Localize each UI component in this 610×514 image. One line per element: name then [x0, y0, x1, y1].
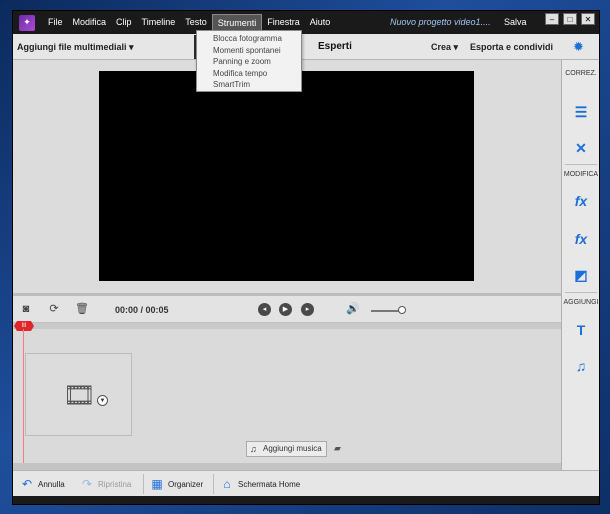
redo-label: Ripristina	[98, 479, 132, 489]
home-icon: ⌂	[223, 477, 231, 491]
redo-icon: ↷	[81, 477, 93, 491]
divider	[143, 474, 144, 494]
effects-icon[interactable]: fx	[571, 229, 591, 249]
minimize-icon[interactable]: –	[545, 13, 559, 25]
menu-aiuto[interactable]: Aiuto	[305, 14, 336, 31]
timeline-ruler[interactable]	[13, 323, 561, 329]
menu-testo[interactable]: Testo	[180, 14, 212, 31]
close-icon[interactable]: ✕	[581, 13, 595, 25]
play-icon[interactable]: ▶	[279, 303, 292, 316]
tools-icon[interactable]: ✕	[571, 138, 591, 158]
create-dropdown[interactable]: Crea ▾	[431, 42, 458, 53]
chevron-down-icon[interactable]: ▼	[97, 395, 108, 406]
music-note-icon[interactable]: ♫	[571, 356, 591, 376]
menu-file[interactable]: File	[43, 14, 68, 31]
divider	[565, 292, 597, 293]
menu-finestra[interactable]: Finestra	[262, 14, 305, 31]
maximize-icon[interactable]: □	[563, 13, 577, 25]
organizer-button[interactable]: ▦ Organizer	[149, 477, 203, 491]
redo-button[interactable]: ↷ Ripristina	[79, 477, 131, 491]
organizer-label: Organizer	[168, 479, 204, 489]
section-correz-label: CORREZ.	[565, 70, 597, 77]
save-button[interactable]: Salva	[504, 17, 527, 27]
app-logo-icon: ✦	[19, 14, 35, 31]
menu-timeline[interactable]: Timeline	[137, 14, 181, 31]
home-label: Schermata Home	[238, 479, 301, 489]
titles-icon[interactable]: T	[571, 320, 591, 340]
timeline-scrollbar[interactable]	[13, 463, 561, 470]
menu-strumenti[interactable]: Strumenti	[211, 14, 263, 31]
app-window: ✦ File Modifica Clip Timeline Testo Stru…	[12, 10, 600, 505]
prev-frame-icon[interactable]: ◂	[258, 303, 271, 316]
menu-clip[interactable]: Clip	[111, 14, 137, 31]
menu-item-panning-zoom[interactable]: Panning e zoom	[197, 56, 301, 68]
trash-icon[interactable]: 🗑	[75, 302, 89, 316]
volume-slider-handle[interactable]	[397, 306, 406, 314]
timecode: 00:00 / 00:05	[115, 305, 169, 315]
right-panel: CORREZ. ☰ ✕ MODIFICA fx fx ◩ AGGIUNGI T …	[561, 60, 599, 470]
gear-icon[interactable]: ✹	[573, 40, 587, 54]
next-frame-icon[interactable]: ▸	[301, 303, 314, 316]
applied-effects-icon[interactable]: fx	[571, 191, 591, 211]
bottom-bar: ↶ Annulla ↷ Ripristina ▦ Organizer ⌂ Sch…	[13, 470, 599, 496]
divider	[213, 474, 214, 494]
home-screen-button[interactable]: ⌂ Schermata Home	[219, 477, 300, 491]
menu-item-modifica-tempo[interactable]: Modifica tempo	[197, 68, 301, 80]
transitions-icon[interactable]: ◩	[571, 265, 591, 285]
playhead-line	[23, 329, 24, 463]
menu-item-blocca-fotogramma[interactable]: Blocca fotogramma	[197, 33, 301, 45]
add-music-button[interactable]: ♫ Aggiungi musica	[246, 441, 327, 457]
add-media-dropdown[interactable]: Aggiungi file multimediali ▾	[17, 42, 134, 53]
volume-icon[interactable]: 🔊	[346, 302, 360, 316]
export-share-button[interactable]: Esporta e condividi	[470, 42, 553, 52]
rotate-icon[interactable]: ⟳	[47, 302, 61, 316]
main-toolbar: Aggiungi file multimediali ▾ Esperti Cre…	[13, 34, 599, 60]
status-strip	[13, 496, 599, 504]
camera-icon[interactable]: ◙	[19, 302, 33, 316]
preview-area	[13, 60, 561, 293]
adjust-sliders-icon[interactable]: ☰	[571, 102, 591, 122]
title-bar: ✦ File Modifica Clip Timeline Testo Stru…	[13, 11, 599, 34]
menu-item-momenti-spontanei[interactable]: Momenti spontanei	[197, 45, 301, 57]
divider	[565, 164, 597, 165]
add-media-icon: 🎞	[63, 380, 97, 410]
media-drop-area[interactable]: 🎞 ▼	[25, 353, 132, 436]
strumenti-menu: Blocca fotogramma Momenti spontanei Pann…	[196, 30, 302, 92]
playhead[interactable]: III	[14, 321, 34, 331]
music-note-icon: ♫	[250, 444, 257, 454]
window-controls: – □ ✕	[545, 13, 595, 25]
undo-icon: ↶	[21, 477, 33, 491]
add-music-label: Aggiungi musica	[263, 444, 322, 453]
menu-modifica[interactable]: Modifica	[68, 14, 112, 31]
tab-experts[interactable]: Esperti	[318, 41, 352, 52]
timeline: III 🎞 ▼ ♫ Aggiungi musica ▰	[13, 321, 561, 463]
grid-icon: ▦	[151, 477, 163, 491]
section-aggiungi-label: AGGIUNGI	[563, 299, 599, 306]
section-modifica-label: MODIFICA	[563, 171, 599, 178]
folder-icon[interactable]: ▰	[334, 443, 341, 454]
undo-button[interactable]: ↶ Annulla	[19, 477, 65, 491]
video-monitor[interactable]	[99, 71, 474, 281]
transport-bar: ◙ ⟳ 🗑 00:00 / 00:05 ◂ ▶ ▸ 🔊	[13, 296, 561, 323]
menu-item-smarttrim[interactable]: SmartTrim	[197, 79, 301, 91]
undo-label: Annulla	[38, 479, 65, 489]
project-name: Nuovo progetto video1....	[390, 17, 491, 27]
